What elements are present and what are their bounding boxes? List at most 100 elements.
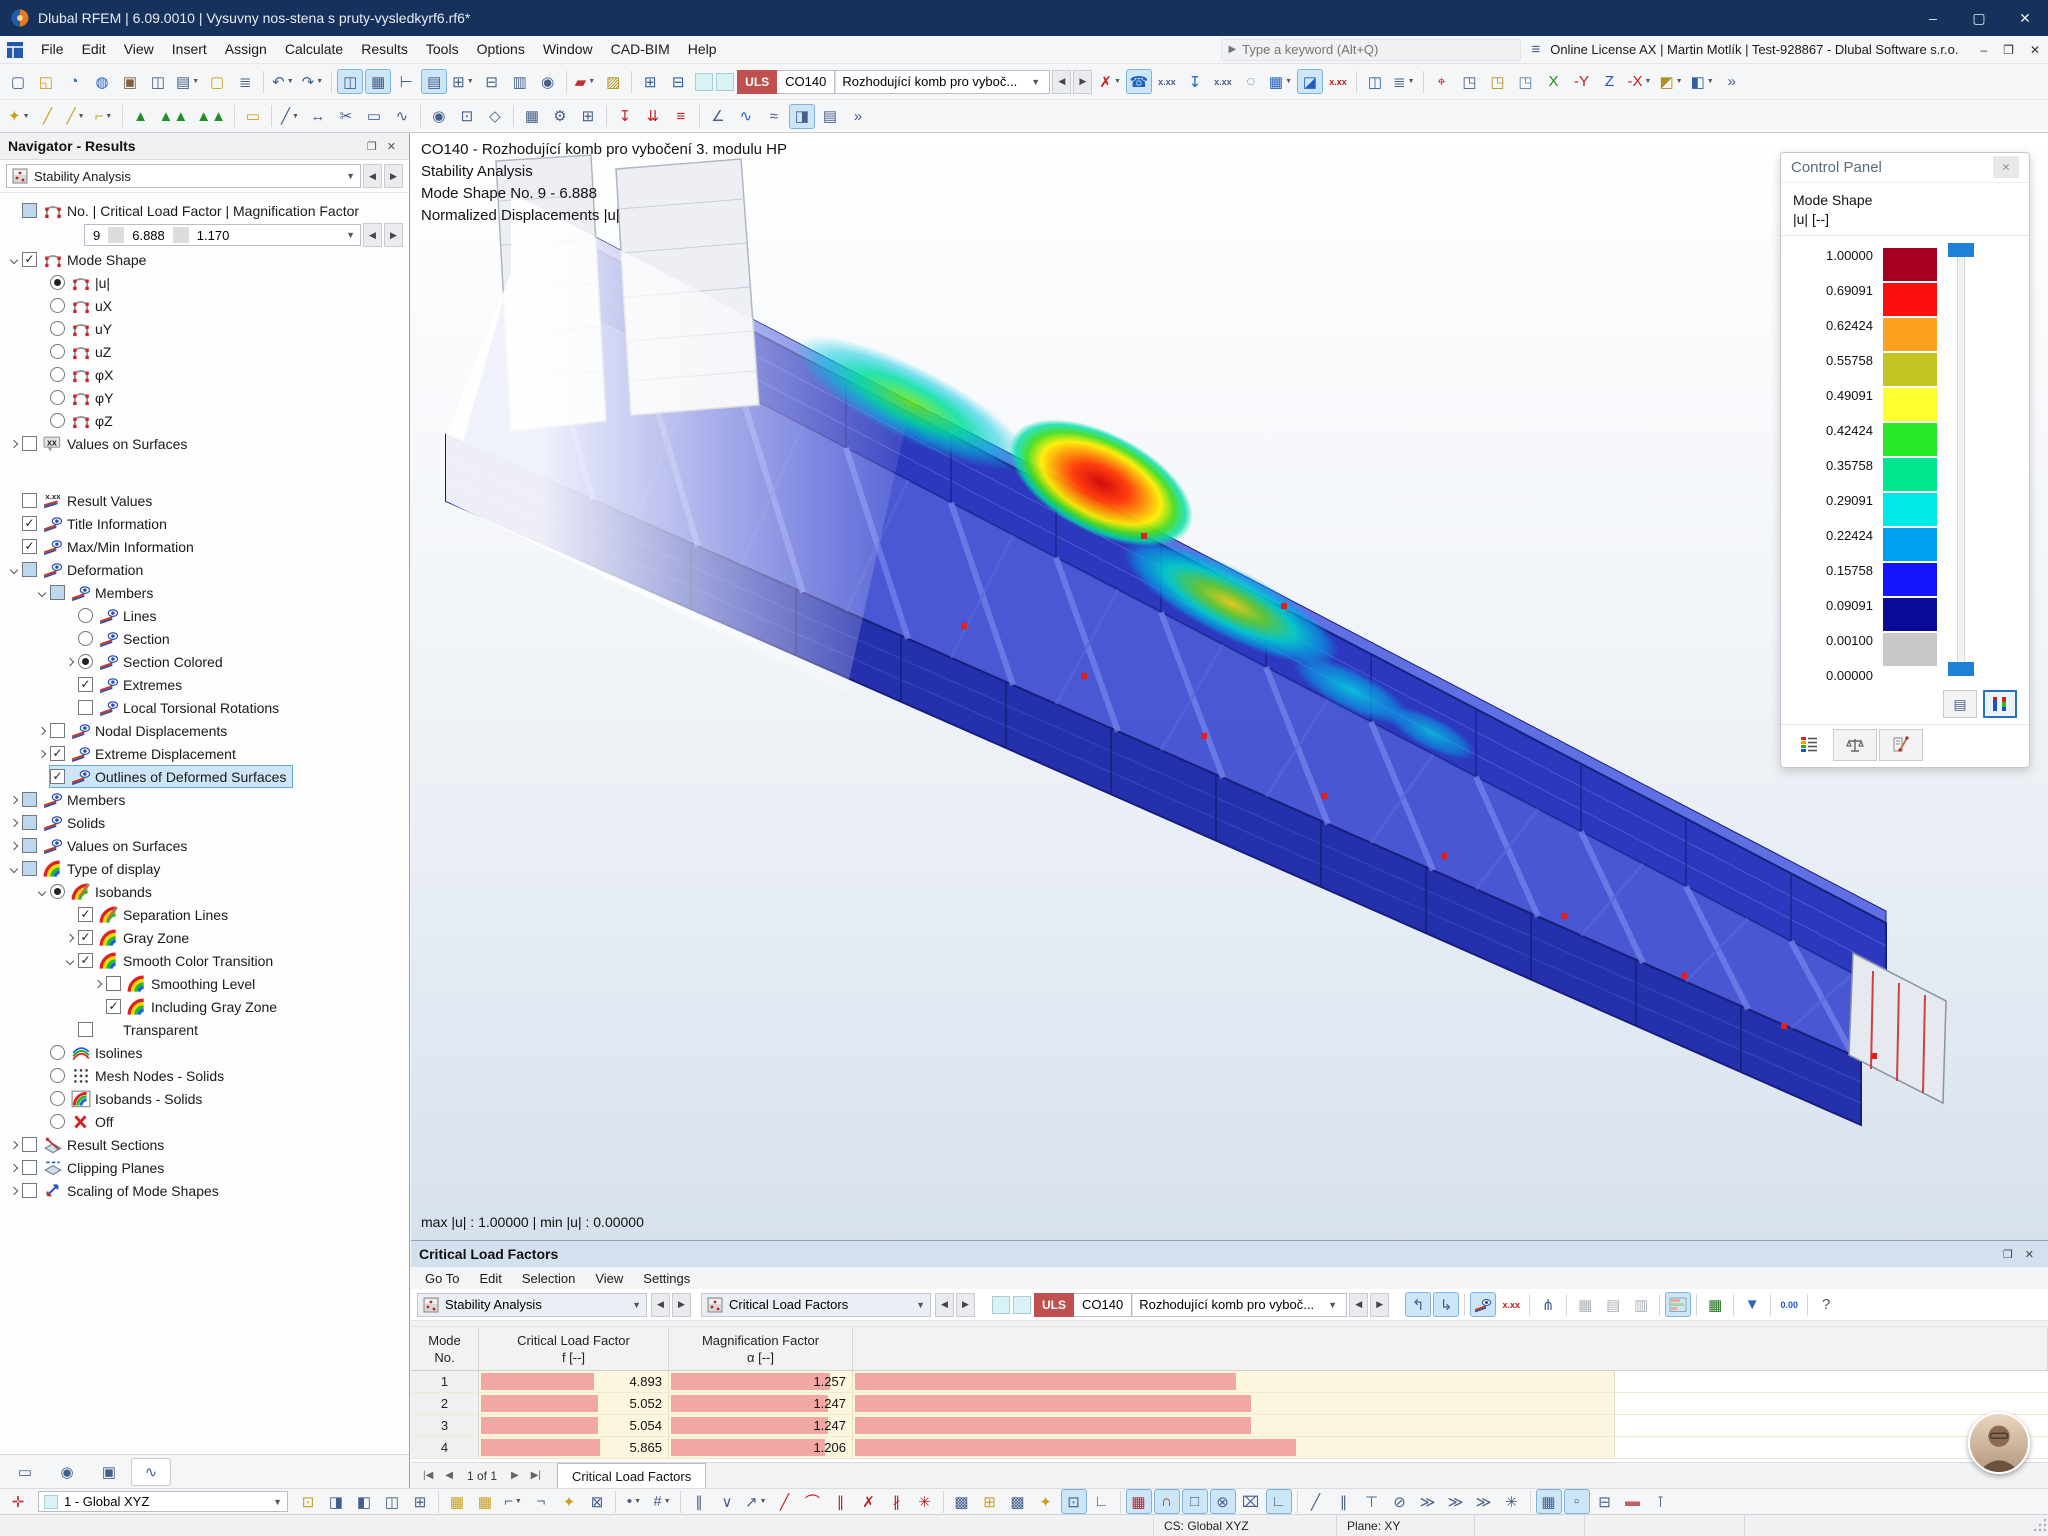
show-results-toggle-icon[interactable]: ☎: [1125, 69, 1152, 94]
checkbox[interactable]: [22, 436, 37, 451]
solid-edit-icon[interactable]: ◳: [1485, 69, 1511, 94]
tree-expander[interactable]: [90, 979, 106, 988]
radio-button[interactable]: [50, 1045, 65, 1060]
radio-button[interactable]: [50, 344, 65, 359]
line-snap-icon[interactable]: ╱: [1303, 1489, 1329, 1514]
new-line-icon[interactable]: ╱: [35, 104, 61, 129]
tree-expander[interactable]: [6, 1140, 22, 1149]
new-line-support-icon[interactable]: ▲▲: [156, 104, 192, 129]
views-tab-icon[interactable]: ▣: [89, 1458, 129, 1486]
color-scale[interactable]: 1.00000 0.69091 0.62424 0.55758 0.49091 0.424…: [1781, 242, 2029, 684]
result-values-table-icon[interactable]: x.xx: [1498, 1292, 1524, 1317]
tree-item-result-sections[interactable]: Result Sections: [0, 1133, 409, 1156]
nurbs-icon[interactable]: ∿: [389, 104, 415, 129]
new-surface-icon[interactable]: ▭: [240, 104, 266, 129]
relation-hierarchy-icon[interactable]: ⋔: [1535, 1292, 1561, 1317]
clf-load-case-toggle-1[interactable]: [992, 1295, 1010, 1314]
coordinate-system-icon[interactable]: ✛: [5, 1489, 31, 1514]
checkbox[interactable]: [22, 493, 37, 508]
menu-item-settings[interactable]: Settings: [633, 1269, 700, 1288]
print-icon[interactable]: ▤ ▼: [173, 69, 202, 94]
next-analysis-button[interactable]: ▶: [384, 164, 403, 188]
table-results-icon[interactable]: ⊞ ▼: [449, 69, 477, 94]
radio-button[interactable]: [50, 1091, 65, 1106]
delete-results-icon[interactable]: ✗ ▼: [1096, 69, 1124, 94]
previous-page-button[interactable]: ◀: [439, 1470, 459, 1481]
next-page-button[interactable]: ▶: [505, 1470, 525, 1481]
guides-angle-icon[interactable]: ∨: [714, 1489, 740, 1514]
checkbox[interactable]: [106, 999, 121, 1014]
print-color-scale-button[interactable]: ▤: [1943, 690, 1977, 718]
object-snap-icon[interactable]: ▦: [1125, 1489, 1152, 1514]
tree-expander[interactable]: [34, 588, 50, 597]
load-linear-icon[interactable]: ⇊: [640, 104, 666, 129]
jump-next-icon[interactable]: ↳: [1433, 1292, 1460, 1317]
tab-critical-load-factors[interactable]: Critical Load Factors: [557, 1463, 707, 1488]
tables-toggle-icon[interactable]: ▦: [365, 69, 392, 94]
radio-button[interactable]: [50, 413, 65, 428]
new-surface-support-icon[interactable]: ▲▲: [193, 104, 229, 129]
opening-icon[interactable]: ▭: [361, 104, 387, 129]
clf-next-analysis-button[interactable]: ▶: [672, 1292, 691, 1317]
table-star-2-icon[interactable]: ▦: [472, 1489, 498, 1514]
selection-box-toggle-icon[interactable]: ▫: [1563, 1489, 1590, 1514]
control-panel-header[interactable]: Control Panel ✕: [1781, 153, 2029, 183]
tree-expander[interactable]: [6, 565, 22, 574]
menu-item-insert[interactable]: Insert: [163, 37, 216, 61]
radio-button[interactable]: [50, 1114, 65, 1129]
visibility-icon[interactable]: ◉: [426, 104, 452, 129]
radio-button[interactable]: [50, 884, 65, 899]
clf-prev-load-case-button[interactable]: ◀: [1349, 1292, 1369, 1317]
result-values-2-icon[interactable]: x.xx: [1210, 69, 1236, 94]
tree-item-deformation[interactable]: Deformation: [0, 558, 409, 581]
tree-item-members[interactable]: Members: [0, 788, 409, 811]
menu-item-results[interactable]: Results: [352, 37, 417, 61]
tree-item-y[interactable]: φY: [0, 386, 409, 409]
menu-item-tools[interactable]: Tools: [417, 37, 468, 61]
tree-item-mode-shape[interactable]: Mode Shape: [0, 248, 409, 271]
zoom-off-icon[interactable]: ⌖: [1429, 69, 1455, 94]
table-full-icon[interactable]: ▦: [1572, 1292, 1598, 1317]
mirror-object-icon[interactable]: ◫: [379, 1489, 405, 1514]
mode-shape-select[interactable]: 9 6.888 1.170 ▼: [84, 224, 361, 246]
dlubal-cloud-icon[interactable]: ◔: [61, 69, 87, 94]
save-icon[interactable]: ◫: [145, 69, 171, 94]
tree-item-clipping-planes[interactable]: Clipping Planes: [0, 1156, 409, 1179]
tree-item-values-on-surfaces[interactable]: Values on Surfaces: [0, 834, 409, 857]
tree-item-ux[interactable]: uX: [0, 294, 409, 317]
scale-object-icon[interactable]: ⊞: [407, 1489, 433, 1514]
search-box[interactable]: ▶: [1221, 38, 1522, 61]
scale-slider-track[interactable]: [1957, 247, 1965, 674]
checkbox[interactable]: [22, 539, 37, 554]
next-load-case-button[interactable]: ▶: [1073, 69, 1093, 94]
load-nodal-icon[interactable]: ↧: [612, 104, 638, 129]
tree-expander[interactable]: [62, 933, 78, 942]
view-minus-y-icon[interactable]: -Y: [1569, 69, 1595, 94]
menu-item-calculate[interactable]: Calculate: [276, 37, 352, 61]
clf-table-select[interactable]: Critical Load Factors ▼: [701, 1292, 931, 1317]
table-view-icon[interactable]: ▥: [507, 69, 533, 94]
clipping-box-icon[interactable]: ⊡: [454, 104, 480, 129]
tree-item-lines[interactable]: Lines: [0, 604, 409, 627]
radio-button[interactable]: [50, 321, 65, 336]
box-snap-icon[interactable]: ⌧: [1238, 1489, 1264, 1514]
coordinate-system-select[interactable]: 1 - Global XYZ ▼: [38, 1491, 288, 1512]
search-settings-icon[interactable]: ≡: [1531, 41, 1540, 58]
checkbox[interactable]: [22, 838, 37, 853]
tree-item-type-of-display[interactable]: Type of display: [0, 857, 409, 880]
analysis-type-select[interactable]: Stability Analysis ▼: [6, 164, 361, 188]
save-view-icon[interactable]: ◫: [1362, 69, 1388, 94]
tree-expander[interactable]: [6, 841, 22, 850]
previous-mode-button[interactable]: ◀: [363, 223, 382, 247]
corner-snap-icon[interactable]: ∟: [1265, 1489, 1292, 1514]
tree-item-solids[interactable]: Solids: [0, 811, 409, 834]
tree-expander[interactable]: [62, 956, 78, 965]
snap-net-icon[interactable]: ✳: [912, 1489, 938, 1514]
arrow-snap-2-icon[interactable]: ≫: [1443, 1489, 1469, 1514]
tree-expander[interactable]: [34, 726, 50, 735]
view-x-icon[interactable]: X: [1541, 69, 1567, 94]
scale-slider-bottom[interactable]: [1948, 661, 1974, 676]
tab-filter[interactable]: [1879, 729, 1923, 761]
checkbox[interactable]: [78, 930, 93, 945]
guides-vertical-icon[interactable]: ∥: [686, 1489, 712, 1514]
